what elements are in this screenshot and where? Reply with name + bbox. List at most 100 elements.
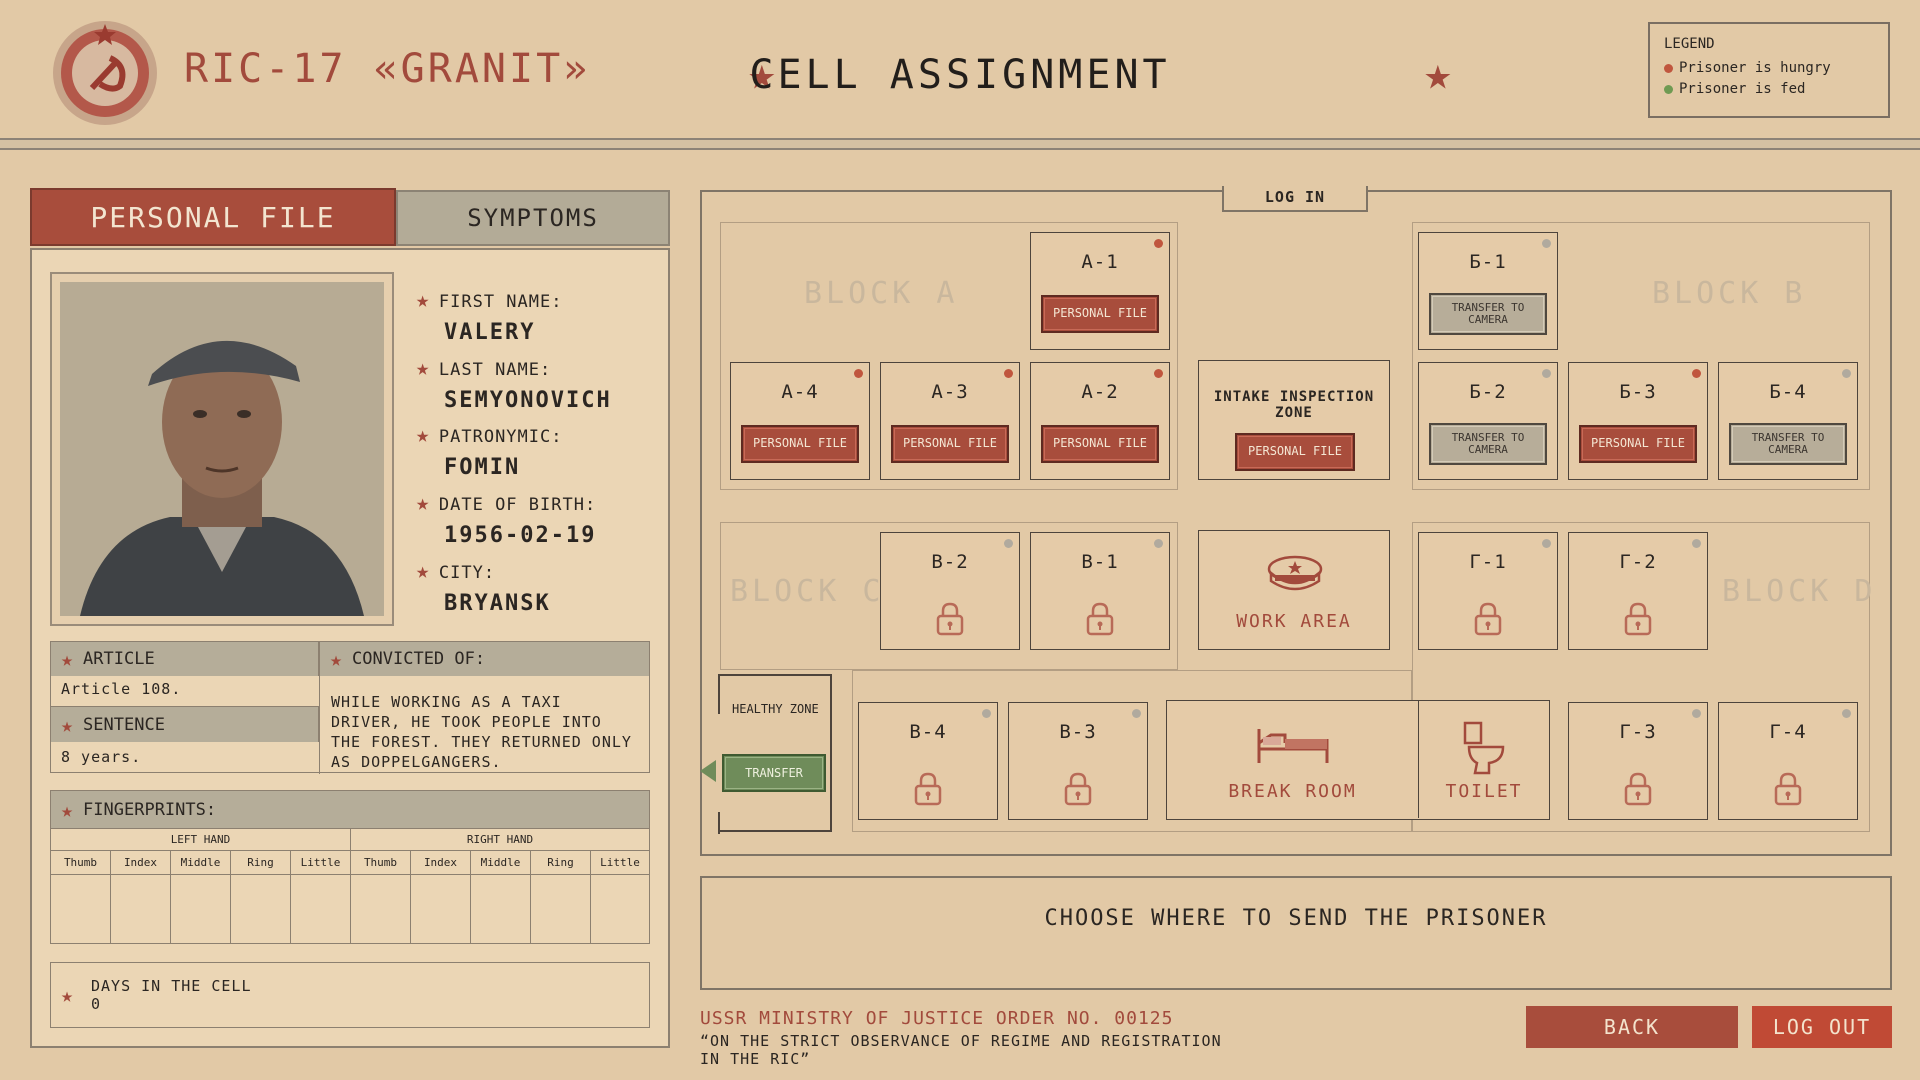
transfer-button[interactable]: TRANSFER [722, 754, 826, 792]
cell-label: A-1 [1081, 251, 1119, 273]
tab-symptoms[interactable]: SYMPTOMS [396, 190, 670, 246]
dob-field: ★ DATE OF BIRTH: [416, 491, 596, 516]
personal-file-button[interactable]: PERSONAL FILE [1041, 295, 1159, 333]
cell-label: Б-4 [1769, 381, 1807, 403]
patronymic-field: ★ PATRONYMIC: [416, 423, 562, 448]
break-room[interactable]: BREAK ROOM [1167, 701, 1419, 818]
finger-label: Little [291, 851, 351, 875]
star-icon: ★ [1424, 46, 1452, 100]
article-header: ★ ARTICLE [51, 642, 319, 676]
last-name-label: LAST NAME: [438, 360, 552, 380]
star-icon: ★ [416, 423, 430, 448]
cell-g3[interactable]: Г-3 [1568, 702, 1708, 820]
cell-b4[interactable]: Б-4 TRANSFER TO CAMERA [1718, 362, 1858, 480]
lock-icon [914, 772, 942, 806]
prisoner-photo-frame [50, 272, 394, 626]
fingerprints-header: ★ FINGERPRINTS: [51, 791, 649, 829]
cell-b3[interactable]: Б-3 PERSONAL FILE [1568, 362, 1708, 480]
hungry-dot-icon [1154, 369, 1163, 378]
sentence-header: ★ SENTENCE [51, 706, 319, 742]
lock-icon [1624, 602, 1652, 636]
transfer-arrow-icon [700, 760, 716, 782]
record-table: ★ ARTICLE Article 108. ★ SENTENCE 8 years.… [50, 641, 650, 774]
personal-file-button[interactable]: PERSONAL FILE [1235, 433, 1355, 471]
city-field: ★ CITY: [416, 559, 495, 584]
cell-b2[interactable]: Б-2 TRANSFER TO CAMERA [1418, 362, 1558, 480]
empty-dot-icon [1842, 709, 1851, 718]
healthy-zone-label: HEALTHY ZONE [732, 702, 819, 716]
cell-label: Б-2 [1469, 381, 1507, 403]
empty-dot-icon [982, 709, 991, 718]
work-area[interactable]: WORK AREA [1198, 530, 1390, 650]
cell-label: A-2 [1081, 381, 1119, 403]
cell-a4[interactable]: A-4 PERSONAL FILE [730, 362, 870, 480]
fingerprint-cell [531, 875, 591, 943]
first-name-value: VALERY [444, 320, 536, 345]
convicted-header: ★ CONVICTED OF: [320, 642, 649, 676]
cell-v2[interactable]: В-2 [880, 532, 1020, 650]
finger-label: Ring [231, 851, 291, 875]
legend-fed-label: Prisoner is fed [1679, 81, 1806, 97]
empty-dot-icon [1542, 239, 1551, 248]
cell-v1[interactable]: В-1 [1030, 532, 1170, 650]
finger-label: Thumb [51, 851, 111, 875]
toilet-label: TOILET [1445, 781, 1523, 802]
instruction-box: CHOOSE WHERE TO SEND THE PRISONER [700, 876, 1892, 990]
cell-v3[interactable]: В-3 [1008, 702, 1148, 820]
personal-file-button[interactable]: PERSONAL FILE [741, 425, 859, 463]
article-value: Article 108. [61, 680, 182, 698]
lock-icon [936, 602, 964, 636]
empty-dot-icon [1132, 709, 1141, 718]
transfer-to-camera-button[interactable]: TRANSFER TO CAMERA [1429, 293, 1547, 335]
fingerprint-cell [411, 875, 471, 943]
fingerprints-label: FINGERPRINTS: [83, 799, 217, 820]
hungry-dot-icon [1154, 239, 1163, 248]
left-hand-label: LEFT HAND [51, 829, 351, 851]
cell-label: В-2 [931, 551, 969, 573]
order-line-2: IN THE RIC” [700, 1050, 811, 1068]
work-cap-icon [1267, 555, 1323, 591]
cell-a3[interactable]: A-3 PERSONAL FILE [880, 362, 1020, 480]
order-subtitle: “ON THE STRICT OBSERVANCE OF REGIME AND … [700, 1032, 1222, 1068]
intake-inspection-zone[interactable]: INTAKE INSPECTION ZONE PERSONAL FILE [1198, 360, 1390, 480]
days-value: 0 [91, 995, 102, 1013]
last-name-field: ★ LAST NAME: [416, 356, 551, 381]
lock-icon [1624, 772, 1652, 806]
legend-title: LEGEND [1664, 36, 1715, 52]
hungry-dot-icon [1692, 369, 1701, 378]
lock-icon [1474, 602, 1502, 636]
star-icon: ★ [330, 647, 343, 671]
transfer-to-camera-button[interactable]: TRANSFER TO CAMERA [1729, 423, 1847, 465]
toilet-icon [1463, 721, 1505, 775]
cell-g4[interactable]: Г-4 [1718, 702, 1858, 820]
sentence-label: SENTENCE [83, 714, 165, 735]
cell-b1[interactable]: Б-1 TRANSFER TO CAMERA [1418, 232, 1558, 350]
login-tab[interactable]: LOG IN [1222, 186, 1368, 212]
logout-button[interactable]: LOG OUT [1752, 1006, 1892, 1048]
personal-file-button[interactable]: PERSONAL FILE [1579, 425, 1697, 463]
cell-a1[interactable]: A-1 PERSONAL FILE [1030, 232, 1170, 350]
cell-g1[interactable]: Г-1 [1418, 532, 1558, 650]
empty-dot-icon [1842, 369, 1851, 378]
star-icon: ★ [61, 797, 74, 822]
cell-label: В-3 [1059, 721, 1097, 743]
finger-label: Little [591, 851, 649, 875]
toilet[interactable]: TOILET [1419, 701, 1549, 818]
dob-value: 1956-02-19 [444, 523, 597, 548]
healthy-zone: HEALTHY ZONE [718, 674, 832, 834]
cell-a2[interactable]: A-2 PERSONAL FILE [1030, 362, 1170, 480]
cell-v4[interactable]: В-4 [858, 702, 998, 820]
personal-file-button[interactable]: PERSONAL FILE [891, 425, 1009, 463]
transfer-to-camera-button[interactable]: TRANSFER TO CAMERA [1429, 423, 1547, 465]
fingerprint-cell [231, 875, 291, 943]
first-name-label: FIRST NAME: [438, 292, 563, 312]
cell-g2[interactable]: Г-2 [1568, 532, 1708, 650]
personal-file-button[interactable]: PERSONAL FILE [1041, 425, 1159, 463]
lock-icon [1774, 772, 1802, 806]
legend-hungry-label: Prisoner is hungry [1679, 60, 1831, 76]
patronymic-label: PATRONYMIC: [438, 427, 563, 447]
hungry-dot-icon [1664, 63, 1673, 73]
cell-label: Г-2 [1619, 551, 1657, 573]
tab-personal-file[interactable]: PERSONAL FILE [30, 188, 396, 246]
back-button[interactable]: BACK [1526, 1006, 1738, 1048]
